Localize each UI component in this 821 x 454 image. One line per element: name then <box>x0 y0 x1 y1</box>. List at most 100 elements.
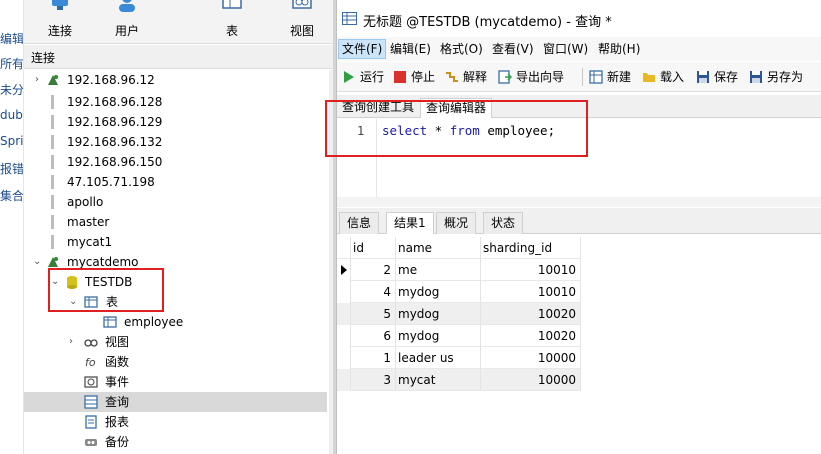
editor-horizontal-scrollbar[interactable] <box>337 197 821 207</box>
strip-item[interactable]: 编辑 <box>0 30 23 47</box>
tree-item-connection[interactable]: apollo <box>24 192 327 212</box>
table-cell[interactable]: 1 <box>351 347 396 369</box>
strip-item[interactable]: 报错 <box>0 160 23 177</box>
app-root: 编辑 所有 未分 dubl Spri 报错 集合 连接 用户 表 视图 连接 ›… <box>0 0 821 454</box>
tab-overview[interactable]: 概况 <box>436 212 477 234</box>
tree-item-connection-open[interactable]: ⌄ mycatdemo <box>24 252 327 272</box>
chevron-right-icon[interactable]: › <box>35 70 39 90</box>
tree-item-label: employee <box>124 315 184 329</box>
row-indicator[interactable] <box>337 303 351 325</box>
query-icon <box>84 395 98 409</box>
tree-item-connection[interactable]: master <box>24 212 327 232</box>
strip-item[interactable]: dubl <box>0 108 23 122</box>
tree-item-functions[interactable]: fo 函数 <box>24 352 327 372</box>
tab-status[interactable]: 状态 <box>483 212 524 234</box>
function-icon: fo <box>85 356 96 369</box>
table-cell[interactable]: me <box>396 259 481 281</box>
row-indicator[interactable] <box>337 369 351 391</box>
menu-help[interactable]: 帮助(H) <box>595 39 643 59</box>
tree-item-connection[interactable]: 47.105.71.198 <box>24 172 327 192</box>
tree-item-connection[interactable]: › 192.168.96.12 <box>24 70 327 90</box>
menu-bar: 文件(F) 编辑(E) 格式(O) 查看(V) 窗口(W) 帮助(H) <box>337 37 821 61</box>
table-cell[interactable]: 5 <box>351 303 396 325</box>
table-cell[interactable]: 3 <box>351 369 396 391</box>
query-subtabs: 查询创建工具 查询编辑器 <box>337 95 821 118</box>
row-indicator[interactable] <box>337 325 351 347</box>
sql-code-line[interactable]: select * from employee; <box>382 123 555 138</box>
chevron-down-icon[interactable]: ⌄ <box>69 292 77 312</box>
table-cell[interactable]: mycat <box>396 369 481 391</box>
table-cell[interactable]: 10010 <box>481 281 581 303</box>
report-icon <box>85 415 97 429</box>
chevron-down-icon[interactable]: ⌄ <box>51 272 59 292</box>
table-cell[interactable]: 10000 <box>481 369 581 391</box>
tree-item-database[interactable]: ⌄ TESTDB <box>24 272 327 292</box>
tree-item-queries[interactable]: 查询 <box>24 392 327 412</box>
tree-item-connection[interactable]: 192.168.96.150 <box>24 152 327 172</box>
column-header-name[interactable]: name <box>396 237 481 259</box>
connection-closed-icon <box>51 155 54 169</box>
table-cell[interactable]: mydog <box>396 325 481 347</box>
tree-item-backups[interactable]: 备份 <box>24 432 327 452</box>
menu-view[interactable]: 查看(V) <box>489 39 537 59</box>
column-header-id[interactable]: id <box>351 237 396 259</box>
menu-edit[interactable]: 编辑(E) <box>387 39 434 59</box>
tree-item-label: 表 <box>106 295 119 309</box>
table-cell[interactable]: 10010 <box>481 259 581 281</box>
row-indicator[interactable] <box>337 259 351 281</box>
tree-item-connection[interactable]: 192.168.96.128 <box>24 92 327 112</box>
row-indicator[interactable] <box>337 347 351 369</box>
strip-item[interactable]: 未分 <box>0 81 23 98</box>
tree-item-label: mycatdemo <box>67 255 139 269</box>
save-as-button-label: 另存为 <box>767 70 804 84</box>
strip-item[interactable]: Spri <box>0 134 23 148</box>
row-indicator-header <box>337 237 351 259</box>
table-button[interactable]: 表 <box>202 0 262 44</box>
table-cell[interactable]: mydog <box>396 303 481 325</box>
view-button[interactable]: 视图 <box>272 0 332 44</box>
tree-item-connection[interactable]: 192.168.96.132 <box>24 132 327 152</box>
table-cell[interactable]: 10000 <box>481 347 581 369</box>
explain-icon <box>446 72 458 82</box>
tab-info[interactable]: 信息 <box>339 212 380 234</box>
table-cell[interactable]: 10020 <box>481 325 581 347</box>
tree-item-views[interactable]: › 视图 <box>24 332 327 352</box>
tree-item-reports[interactable]: 报表 <box>24 412 327 432</box>
table-cell[interactable]: 10020 <box>481 303 581 325</box>
chevron-right-icon[interactable]: › <box>69 332 73 352</box>
tab-query-editor[interactable]: 查询编辑器 <box>420 98 493 118</box>
table-cell[interactable]: mydog <box>396 281 481 303</box>
row-indicator[interactable] <box>337 281 351 303</box>
tree-item-connection[interactable]: 192.168.96.129 <box>24 112 327 132</box>
table-cell[interactable]: 4 <box>351 281 396 303</box>
tab-query-builder[interactable]: 查询创建工具 <box>337 98 419 118</box>
line-number: 1 <box>357 124 365 138</box>
tree-item-table[interactable]: employee <box>24 312 327 332</box>
menu-format[interactable]: 格式(O) <box>437 39 486 59</box>
connection-closed-icon <box>51 115 54 129</box>
user-button[interactable]: 用户 <box>97 0 157 44</box>
strip-item[interactable]: 集合 <box>0 187 23 204</box>
sql-keyword-select: select <box>382 123 428 138</box>
strip-item[interactable]: 所有 <box>0 55 23 72</box>
mysql-connection-icon <box>48 75 58 85</box>
sql-editor[interactable]: 1 select * from employee; <box>337 119 821 205</box>
save-as-icon <box>750 71 762 83</box>
table-cell[interactable]: 2 <box>351 259 396 281</box>
tree-item-tables-folder[interactable]: ⌄ 表 <box>24 292 327 312</box>
tree-item-connection[interactable]: mycat1 <box>24 232 327 252</box>
table-cell[interactable]: 6 <box>351 325 396 347</box>
run-button-label: 运行 <box>360 70 385 84</box>
menu-file[interactable]: 文件(F) <box>338 39 387 59</box>
stop-button-label: 停止 <box>411 70 436 84</box>
column-header-sharding-id[interactable]: sharding_id <box>481 237 581 259</box>
tab-result-1[interactable]: 结果1 <box>386 212 434 234</box>
view-icon <box>292 0 312 9</box>
tree-item-events[interactable]: 事件 <box>24 372 327 392</box>
table-cell[interactable]: leader us <box>396 347 481 369</box>
backup-icon <box>85 439 97 446</box>
connection-button[interactable]: 连接 <box>30 0 90 44</box>
new-query-icon <box>589 70 603 84</box>
chevron-down-icon[interactable]: ⌄ <box>33 252 41 272</box>
menu-window[interactable]: 窗口(W) <box>540 39 591 59</box>
